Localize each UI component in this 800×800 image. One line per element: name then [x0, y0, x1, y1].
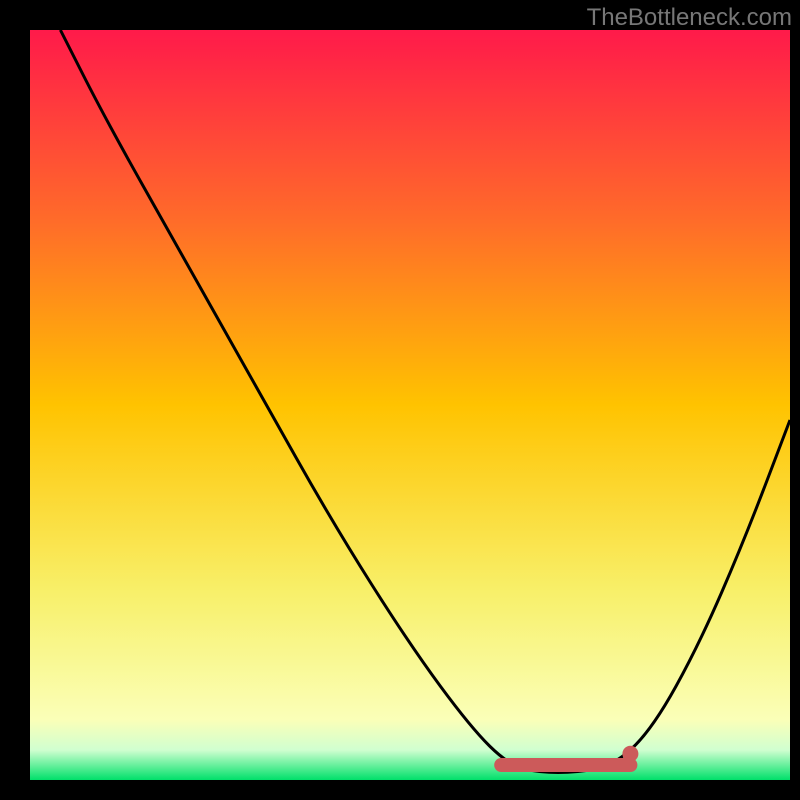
chart-container: TheBottleneck.com [0, 0, 800, 800]
optimal-range-end-dot [622, 746, 638, 762]
bottleneck-chart [0, 0, 800, 800]
plot-background [30, 30, 790, 780]
watermark-text: TheBottleneck.com [587, 4, 792, 32]
